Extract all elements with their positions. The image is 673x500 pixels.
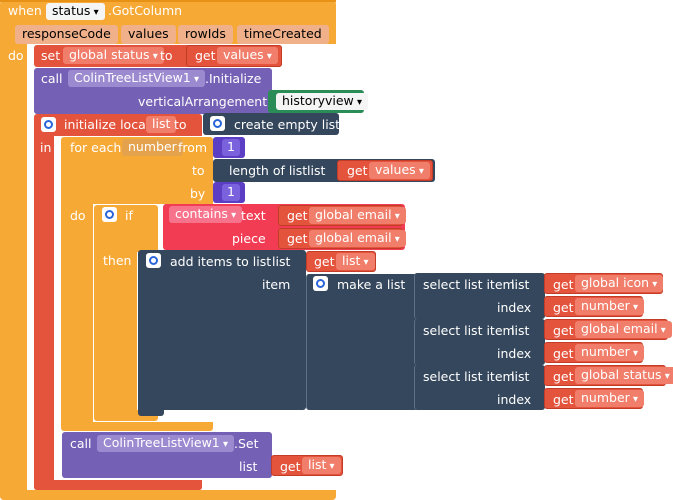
get-global-email-dropdown-3[interactable]: global email [575,321,672,338]
get-label-5: get [314,254,335,269]
create-list-gear-icon[interactable] [210,116,225,131]
then-label: then [103,253,132,268]
get-number-dropdown-3[interactable]: number [575,390,644,407]
initialize-local-label: initialize local [64,117,150,132]
historyview-dropdown[interactable]: historyview [276,93,368,110]
add-items-notch [138,404,164,416]
get-label-10: get [553,369,574,384]
by-label: by [190,186,206,201]
get-number-dropdown-2[interactable]: number [575,344,644,361]
for-each-label: for each [70,140,122,155]
select-list-item-label-1: select list item [423,277,515,292]
length-of-list-label: length of list [229,163,308,178]
if-label: if [125,208,133,223]
get-label-7: get [553,300,574,315]
add-items-gear-icon[interactable] [146,253,161,268]
get-values-dropdown-2[interactable]: values [369,162,430,179]
get-label-6: get [553,277,574,292]
get-global-email-dropdown[interactable]: global email [309,207,406,224]
contains-piece-label: piece [232,231,266,246]
local-in-label: in [40,140,52,155]
select-index-label-2: index [497,346,532,361]
get-list-dropdown[interactable]: list [336,253,375,270]
select-list-item-label-2: select list item [423,323,515,338]
from-label: from [178,140,208,155]
make-a-list-block[interactable] [306,274,418,410]
param-responsecode[interactable]: responseCode [15,25,118,44]
event-when-label: when [8,3,42,18]
event-footer [0,490,336,500]
local-name-field[interactable]: list [146,116,177,133]
item-label: item [262,277,291,292]
make-a-list-label: make a list [337,277,406,292]
select-list-label-2: list [511,323,530,338]
method-set-label: .Set [234,436,259,451]
select-index-label-3: index [497,392,532,407]
make-list-gear-icon[interactable] [313,276,328,291]
select-list-item-label-3: select list item [423,369,515,384]
component-dropdown-status[interactable]: status [46,3,105,20]
get-label-2: get [347,163,368,178]
get-label-8: get [553,323,574,338]
mutator-gear-icon[interactable] [41,117,56,132]
add-items-to-list-block[interactable] [138,250,306,410]
get-label-9: get [553,346,574,361]
get-values-dropdown[interactable]: values [217,47,278,64]
call-label-2: call [70,436,92,451]
set-variable-dropdown[interactable]: global status [63,47,164,64]
select-list-label-1: list [511,277,530,292]
param-values[interactable]: values [121,25,176,44]
get-global-email-dropdown-2[interactable]: global email [309,230,406,247]
vertical-arrangement-label: verticalArrangement [138,94,268,109]
local-to-label: to [174,117,187,132]
length-list-label: list [307,163,326,178]
event-name-label: .GotColumn [108,3,183,18]
component-dropdown-listview-2[interactable]: ColinTreeListView1 [97,435,234,452]
event-do-label: do [8,48,24,63]
set-to-label: to [160,48,173,63]
get-label-11: get [553,392,574,407]
contains-dropdown[interactable]: contains [169,206,243,223]
event-top-edge [0,0,336,2]
if-gear-icon[interactable] [102,207,117,222]
get-list-dropdown-2[interactable]: list [302,457,341,474]
set-list-label: list [239,459,258,474]
get-label-3: get [287,208,308,223]
set-label: set [41,48,61,63]
get-global-icon-dropdown[interactable]: global icon [575,275,664,292]
loop-variable-field[interactable]: number [122,139,183,156]
param-timecreated[interactable]: timeCreated [237,25,329,44]
method-initialize-label: .Initialize [205,71,262,86]
by-number-value[interactable]: 1 [222,184,240,201]
component-dropdown-listview[interactable]: ColinTreeListView1 [68,70,205,87]
for-each-do-label: do [70,208,86,223]
from-number-value[interactable]: 1 [222,139,240,156]
param-rowids[interactable]: rowIds [178,25,233,44]
get-label-4: get [287,231,308,246]
get-number-dropdown-1[interactable]: number [575,298,644,315]
local-footer [34,480,202,490]
get-label-12: get [280,459,301,474]
get-global-status-dropdown[interactable]: global status [575,367,673,384]
select-list-label-3: list [511,369,530,384]
add-items-list-label: list [272,254,291,269]
select-index-label-1: index [497,300,532,315]
create-empty-list-label: create empty list [234,117,341,132]
get-label: get [195,48,216,63]
call-label: call [41,71,63,86]
to-label: to [192,163,205,178]
add-items-label: add items to list [170,254,272,269]
contains-text-label: text [241,208,266,223]
